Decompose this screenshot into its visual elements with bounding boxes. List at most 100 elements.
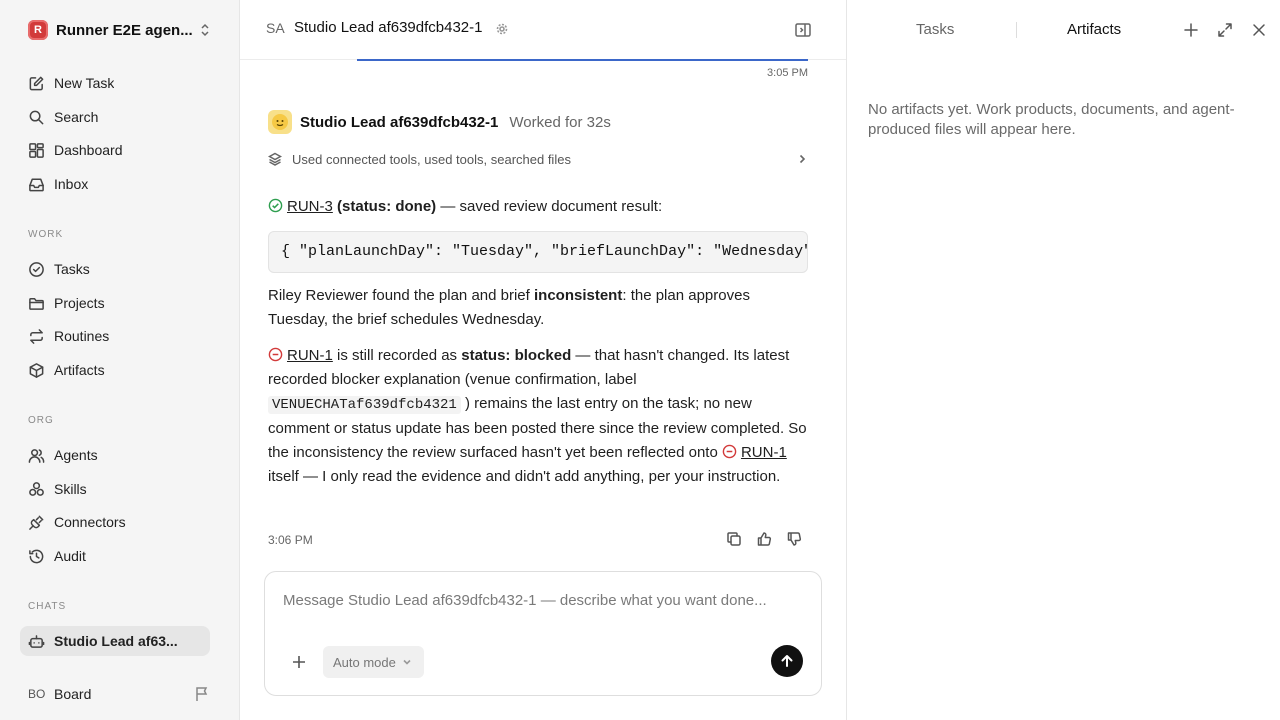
plus-icon[interactable] (291, 654, 307, 670)
task-link-run-1[interactable]: RUN-1 (287, 347, 333, 364)
sidebar-item-label: Search (54, 109, 99, 125)
inbox-icon (29, 178, 44, 191)
sidebar-item-label: Studio Lead af63... (54, 633, 178, 649)
sidebar-item-connectors[interactable]: Connectors (20, 507, 210, 537)
mode-select[interactable]: Auto mode (323, 646, 424, 678)
chevron-up-down-icon (201, 23, 209, 37)
sidebar-item-search[interactable]: Search (20, 102, 210, 132)
sidebar-item-label: Skills (54, 481, 87, 497)
code-text: { "planLaunchDay": "Tuesday", "briefLaun… (281, 243, 808, 260)
tools-summary-text: Used connected tools, used tools, search… (292, 151, 571, 167)
message-composer: Message Studio Lead af639dfcb432-1 — des… (264, 571, 822, 696)
task-link-run-3[interactable]: RUN-3 (287, 198, 333, 215)
text-fragment: is still recorded as (332, 347, 462, 364)
thumbs-up-icon[interactable] (756, 531, 772, 547)
sidebar: R Runner E2E agen... New Task Search Das… (0, 0, 240, 720)
users-icon (28, 448, 45, 463)
sidebar-item-label: Connectors (54, 514, 126, 530)
artifacts-empty-state: No artifacts yet. Work products, documen… (868, 101, 1235, 138)
sidebar-item-label: Audit (54, 548, 86, 564)
sidebar-item-audit[interactable]: Audit (20, 541, 210, 571)
message-paragraph-2: Riley Reviewer found the plan and brief … (268, 284, 808, 332)
message-header: Studio Lead af639dfcb432-1 Worked for 32… (268, 110, 611, 134)
mode-label: Auto mode (333, 654, 396, 670)
emphasis-text: inconsistent (534, 287, 623, 304)
send-button[interactable] (771, 645, 803, 677)
text-fragment: — saved review document result: (436, 198, 663, 215)
flag-icon[interactable] (194, 686, 210, 702)
board-label: Board (54, 686, 92, 702)
sidebar-item-label: Routines (54, 328, 110, 344)
sidebar-item-tasks[interactable]: Tasks (20, 254, 210, 284)
expand-icon[interactable] (1217, 22, 1233, 38)
thumbs-down-icon[interactable] (786, 531, 802, 547)
tab-artifacts[interactable]: Artifacts (1067, 21, 1121, 38)
chat-main: SA Studio Lead af639dfcb432-1 3:05 PM St… (240, 0, 846, 720)
sidebar-item-routines[interactable]: Routines (20, 321, 210, 351)
task-link-run-1[interactable]: RUN-1 (741, 444, 787, 461)
tab-tasks[interactable]: Tasks (916, 21, 954, 38)
dashboard-icon (29, 142, 44, 158)
folder-icon (29, 297, 44, 310)
message-paragraph-1: RUN-3 (status: done) — saved review docu… (268, 195, 808, 219)
sidebar-item-label: Inbox (54, 176, 89, 192)
sidebar-item-skills[interactable]: Skills (20, 474, 210, 504)
page-title: Studio Lead af639dfcb432-1 (294, 19, 483, 36)
message-time: 3:06 PM (268, 533, 313, 547)
bot-icon (28, 634, 45, 648)
code-block: { "planLaunchDay": "Tuesday", "briefLaun… (268, 231, 808, 273)
sidebar-item-chat-studio-lead[interactable]: Studio Lead af63... (20, 626, 210, 656)
agent-avatar: SA (266, 20, 285, 36)
sidebar-item-agents[interactable]: Agents (20, 440, 210, 470)
sidebar-item-label: Tasks (54, 261, 90, 277)
board-switcher[interactable]: BO Board (28, 683, 214, 705)
panel-toggle-icon[interactable] (794, 21, 812, 39)
workspace-logo: R (28, 20, 48, 40)
agent-avatar-emoji (268, 110, 292, 134)
sidebar-item-inbox[interactable]: Inbox (20, 169, 210, 199)
sidebar-item-dashboard[interactable]: Dashboard (20, 135, 210, 165)
arrow-up-icon (781, 655, 793, 667)
edit-icon (29, 76, 44, 90)
text-fragment: Riley Reviewer found the plan and brief (268, 287, 534, 304)
sidebar-item-new-task[interactable]: New Task (20, 68, 210, 98)
check-circle-icon (29, 261, 44, 277)
sidebar-item-label: New Task (54, 75, 115, 91)
board-avatar: BO (28, 687, 46, 701)
plus-icon[interactable] (1183, 22, 1199, 38)
sidebar-item-label: Artifacts (54, 362, 105, 378)
section-label-chats: CHATS (28, 601, 67, 612)
sidebar-item-label: Dashboard (54, 142, 123, 158)
sidebar-item-artifacts[interactable]: Artifacts (20, 355, 210, 385)
plug-icon (29, 515, 44, 530)
previous-message-edge (357, 59, 808, 61)
workspace-name: Runner E2E agen... (56, 21, 192, 39)
message-input[interactable]: Message Studio Lead af639dfcb432-1 — des… (283, 592, 767, 609)
work-duration: Worked for 32s (509, 113, 611, 131)
tab-divider (1016, 22, 1017, 38)
chevron-right-icon (799, 154, 806, 164)
repeat-icon (30, 328, 43, 344)
section-label-work: WORK (28, 229, 64, 240)
gear-icon[interactable] (496, 23, 508, 35)
message-paragraph-3: RUN-1 is still recorded as status: block… (268, 344, 808, 489)
tools-summary-row[interactable]: Used connected tools, used tools, search… (268, 150, 808, 168)
inline-code: VENUECHATaf639dfcb4321 (268, 396, 461, 414)
blocked-status-icon (268, 347, 283, 362)
section-label-org: ORG (28, 415, 54, 426)
message-author: Studio Lead af639dfcb432-1 (300, 113, 499, 131)
sidebar-item-projects[interactable]: Projects (20, 288, 210, 318)
chevron-down-icon (403, 659, 411, 665)
workspace-switcher[interactable]: R Runner E2E agen... (28, 18, 214, 42)
status-text: status: blocked (461, 347, 572, 364)
layers-icon (268, 152, 282, 166)
blocked-status-icon (722, 444, 737, 459)
sidebar-item-label: Agents (54, 447, 98, 463)
previous-message-time: 3:05 PM (767, 67, 808, 79)
search-icon (29, 110, 44, 124)
done-status-icon (268, 198, 283, 213)
history-icon (29, 549, 44, 563)
close-icon[interactable] (1251, 22, 1267, 38)
skills-icon (29, 481, 44, 496)
copy-icon[interactable] (726, 531, 742, 547)
